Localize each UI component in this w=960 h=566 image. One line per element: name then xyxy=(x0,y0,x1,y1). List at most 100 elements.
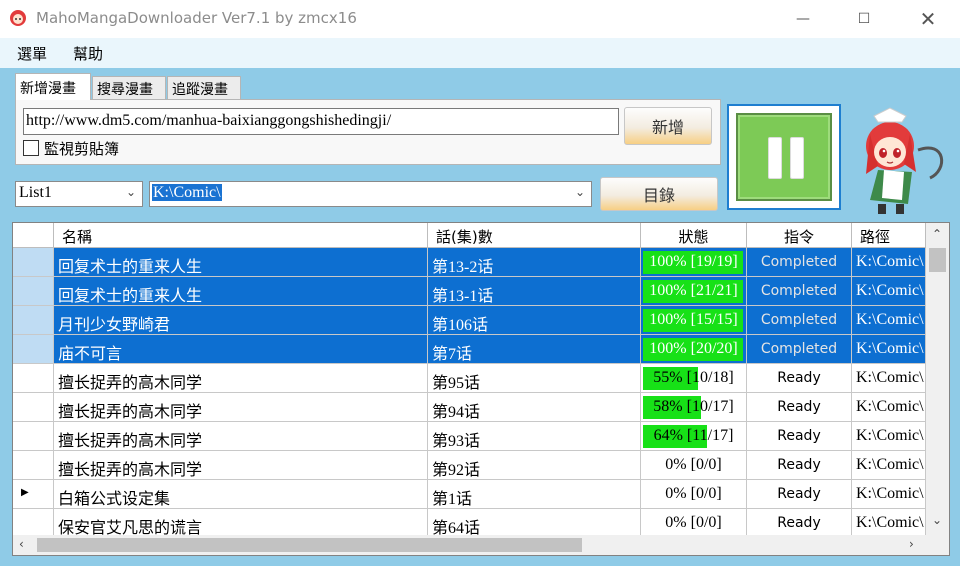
row-selector[interactable] xyxy=(13,422,54,451)
column-header-command[interactable]: 指令 xyxy=(747,223,852,248)
chevron-down-icon: ⌄ xyxy=(574,185,585,199)
vertical-scrollbar[interactable]: ⌃ ⌄ xyxy=(926,223,949,535)
tab-track-manga[interactable]: 追蹤漫畫 xyxy=(167,76,241,100)
manga-name: 擅长捉弄的高木同学 xyxy=(54,364,428,393)
manga-name: 保安官艾凡思的谎言 xyxy=(54,509,428,538)
command-cell[interactable]: Ready xyxy=(747,364,852,393)
status-cell: 0% [0/0] xyxy=(641,480,747,509)
horizontal-scrollbar[interactable]: ‹ › xyxy=(13,535,926,555)
menu-options[interactable]: 選單 xyxy=(17,43,47,64)
status-text: 0% [0/0] xyxy=(665,485,722,502)
row-selector[interactable] xyxy=(13,277,54,306)
url-input[interactable]: http://www.dm5.com/manhua-baixianggongsh… xyxy=(23,108,619,135)
status-cell: 64% [11/17] xyxy=(641,422,747,451)
title-bar: MahoMangaDownloader Ver7.1 by zmcx16 — ☐… xyxy=(0,0,960,38)
table-row[interactable]: 擅长捉弄的高木同学 第93话 64% [11/17] Ready K:\Comi… xyxy=(13,422,926,451)
status-text: 64% [11/17] xyxy=(653,427,734,444)
minimize-icon[interactable]: — xyxy=(780,0,826,38)
path-cell: K:\Comic\ xyxy=(852,277,926,306)
episode: 第106话 xyxy=(428,306,641,335)
row-selector[interactable]: ▶ xyxy=(13,480,54,509)
directory-button[interactable]: 目錄 xyxy=(600,177,718,211)
command-cell[interactable]: Completed xyxy=(747,306,852,335)
status-cell: 55% [10/18] xyxy=(641,364,747,393)
tab-search-manga[interactable]: 搜尋漫畫 xyxy=(92,76,166,100)
horizontal-scroll-thumb[interactable] xyxy=(37,538,582,552)
manga-name: 庙不可言 xyxy=(54,335,428,364)
table-row[interactable]: 保安官艾凡思的谎言 第64话 0% [0/0] Ready K:\Comic\ xyxy=(13,509,926,538)
episode: 第7话 xyxy=(428,335,641,364)
table-row[interactable]: 擅长捉弄的高木同学 第95话 55% [10/18] Ready K:\Comi… xyxy=(13,364,926,393)
table-row[interactable]: 回复术士的重来人生 第13-2话 100% [19/19] Completed … xyxy=(13,248,926,277)
add-button[interactable]: 新增 xyxy=(624,107,712,145)
pause-button-frame xyxy=(727,104,841,210)
row-selector[interactable] xyxy=(13,509,54,538)
row-selector[interactable] xyxy=(13,451,54,480)
list-select[interactable]: List1 ⌄ xyxy=(15,181,143,207)
episode: 第1话 xyxy=(428,480,641,509)
path-cell: K:\Comic\ xyxy=(852,451,926,480)
clipboard-monitor-label: 監視剪貼簿 xyxy=(44,140,120,158)
table-row[interactable]: ▶ 白箱公式设定集 第1话 0% [0/0] Ready K:\Comic\ xyxy=(13,480,926,509)
path-cell: K:\Comic\ xyxy=(852,335,926,364)
chevron-up-icon[interactable]: ⌃ xyxy=(932,227,942,241)
table-row[interactable]: 月刊少女野崎君 第106话 100% [15/15] Completed K:\… xyxy=(13,306,926,335)
status-text: 100% [21/21] xyxy=(649,282,738,299)
row-selector[interactable] xyxy=(13,335,54,364)
command-cell[interactable]: Completed xyxy=(747,335,852,364)
close-icon[interactable]: ✕ xyxy=(905,0,951,38)
command-cell[interactable]: Ready xyxy=(747,509,852,538)
menu-bar: 選單 幫助 xyxy=(0,38,960,68)
command-cell[interactable]: Ready xyxy=(747,451,852,480)
row-selector[interactable] xyxy=(13,393,54,422)
column-header-name[interactable]: 名稱 xyxy=(54,223,428,248)
status-text: 55% [10/18] xyxy=(653,369,734,386)
manga-name: 月刊少女野崎君 xyxy=(54,306,428,335)
header-row-selector xyxy=(13,223,54,248)
row-selector[interactable] xyxy=(13,248,54,277)
column-header-path[interactable]: 路徑 xyxy=(852,223,926,248)
table-row[interactable]: 擅长捉弄的高木同学 第94话 58% [10/17] Ready K:\Comi… xyxy=(13,393,926,422)
command-cell[interactable]: Completed xyxy=(747,248,852,277)
clipboard-monitor-checkbox[interactable] xyxy=(23,140,39,156)
status-text: 0% [0/0] xyxy=(665,514,722,531)
status-cell: 100% [20/20] xyxy=(641,335,747,364)
status-text: 100% [19/19] xyxy=(649,253,738,270)
maximize-icon[interactable]: ☐ xyxy=(841,0,887,38)
command-cell[interactable]: Ready xyxy=(747,422,852,451)
scrollbar-corner xyxy=(926,535,949,555)
current-row-icon: ▶ xyxy=(21,487,29,498)
table-row[interactable]: 庙不可言 第7话 100% [20/20] Completed K:\Comic… xyxy=(13,335,926,364)
pause-button[interactable] xyxy=(736,113,832,201)
row-selector[interactable] xyxy=(13,364,54,393)
row-selector[interactable] xyxy=(13,306,54,335)
manga-name: 回复术士的重来人生 xyxy=(54,248,428,277)
path-cell: K:\Comic\ xyxy=(852,364,926,393)
table-row[interactable]: 回复术士的重来人生 第13-1话 100% [21/21] Completed … xyxy=(13,277,926,306)
manga-name: 擅长捉弄的高木同学 xyxy=(54,451,428,480)
status-text: 100% [20/20] xyxy=(649,340,738,357)
directory-select[interactable]: K:\Comic\ ⌄ xyxy=(149,181,592,207)
command-cell[interactable]: Ready xyxy=(747,480,852,509)
column-header-episode[interactable]: 話(集)數 xyxy=(428,223,641,248)
app-icon xyxy=(10,10,26,26)
command-cell[interactable]: Completed xyxy=(747,277,852,306)
chevron-right-icon[interactable]: › xyxy=(909,537,914,551)
status-cell: 0% [0/0] xyxy=(641,509,747,538)
episode: 第13-2话 xyxy=(428,248,641,277)
list-select-value: List1 xyxy=(19,184,52,201)
episode: 第95话 xyxy=(428,364,641,393)
menu-help[interactable]: 幫助 xyxy=(73,43,103,64)
status-cell: 0% [0/0] xyxy=(641,451,747,480)
status-cell: 58% [10/17] xyxy=(641,393,747,422)
status-cell: 100% [15/15] xyxy=(641,306,747,335)
chevron-left-icon[interactable]: ‹ xyxy=(19,537,24,551)
table-row[interactable]: 擅长捉弄的高木同学 第92话 0% [0/0] Ready K:\Comic\ xyxy=(13,451,926,480)
chevron-down-icon[interactable]: ⌄ xyxy=(932,513,942,527)
column-header-status[interactable]: 狀態 xyxy=(641,223,747,248)
command-cell[interactable]: Ready xyxy=(747,393,852,422)
manga-name: 擅长捉弄的高木同学 xyxy=(54,422,428,451)
directory-value: K:\Comic\ xyxy=(152,184,222,201)
vertical-scroll-thumb[interactable] xyxy=(929,248,946,272)
tab-add-manga[interactable]: 新增漫畫 xyxy=(15,73,91,100)
